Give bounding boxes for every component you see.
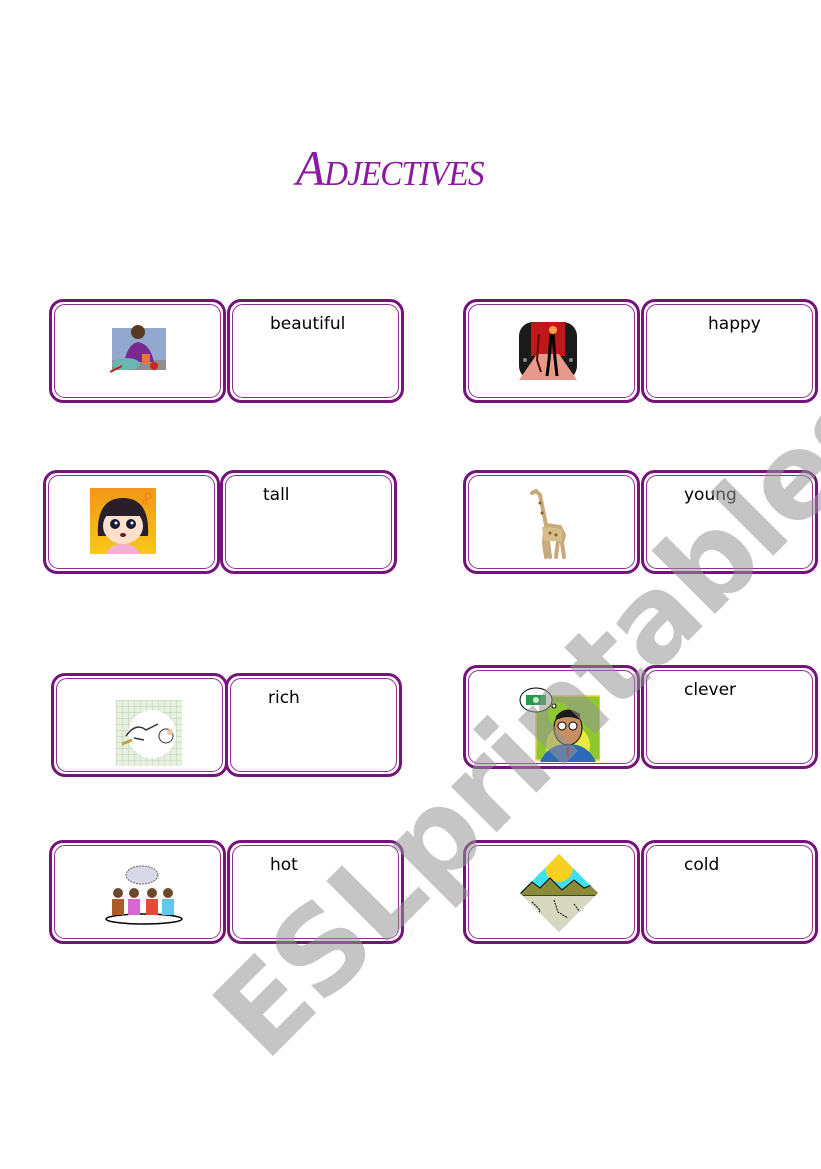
picture-cell [49,299,226,403]
picture-cell [51,673,228,777]
domino-card: tall [43,470,398,574]
adjective-word: happy [708,314,761,334]
woman-on-runway-icon [519,322,577,380]
adjective-word: hot [270,855,298,875]
adjective-word: clever [684,680,737,700]
domino-card: clever [463,665,818,769]
picture-cell [463,470,640,574]
cartoon-girl-icon [90,488,156,554]
word-cell: young [641,470,818,574]
word-cell: happy [641,299,818,403]
man-thinking-of-money-icon [519,687,600,762]
picture-cell [463,299,640,403]
picture-cell [49,840,226,944]
picture-cell [463,840,640,944]
adjective-word: rich [268,688,300,708]
man-eating-meal-icon [109,325,166,373]
domino-card: young [463,470,818,574]
word-cell: tall [220,470,397,574]
adjective-word: cold [684,855,720,875]
giraffe-icon [530,488,567,559]
domino-card: hot [49,840,404,944]
domino-card: rich [51,673,406,777]
stork-carrying-baby-icon [116,700,182,766]
domino-card: beautiful [49,299,404,403]
word-cell: hot [227,840,404,944]
group-brainstorming-icon [105,865,183,925]
domino-card: happy [463,299,818,403]
picture-cell [43,470,220,574]
desert-sun-icon [520,854,598,932]
word-cell: cold [641,840,818,944]
adjective-word: young [684,485,737,505]
page-title: Adjectives [296,140,485,196]
adjective-word: beautiful [270,314,346,334]
domino-card: cold [463,840,818,944]
picture-cell [463,665,640,769]
adjective-word: tall [263,485,290,505]
word-cell: clever [641,665,818,769]
word-cell: beautiful [227,299,404,403]
word-cell: rich [225,673,402,777]
